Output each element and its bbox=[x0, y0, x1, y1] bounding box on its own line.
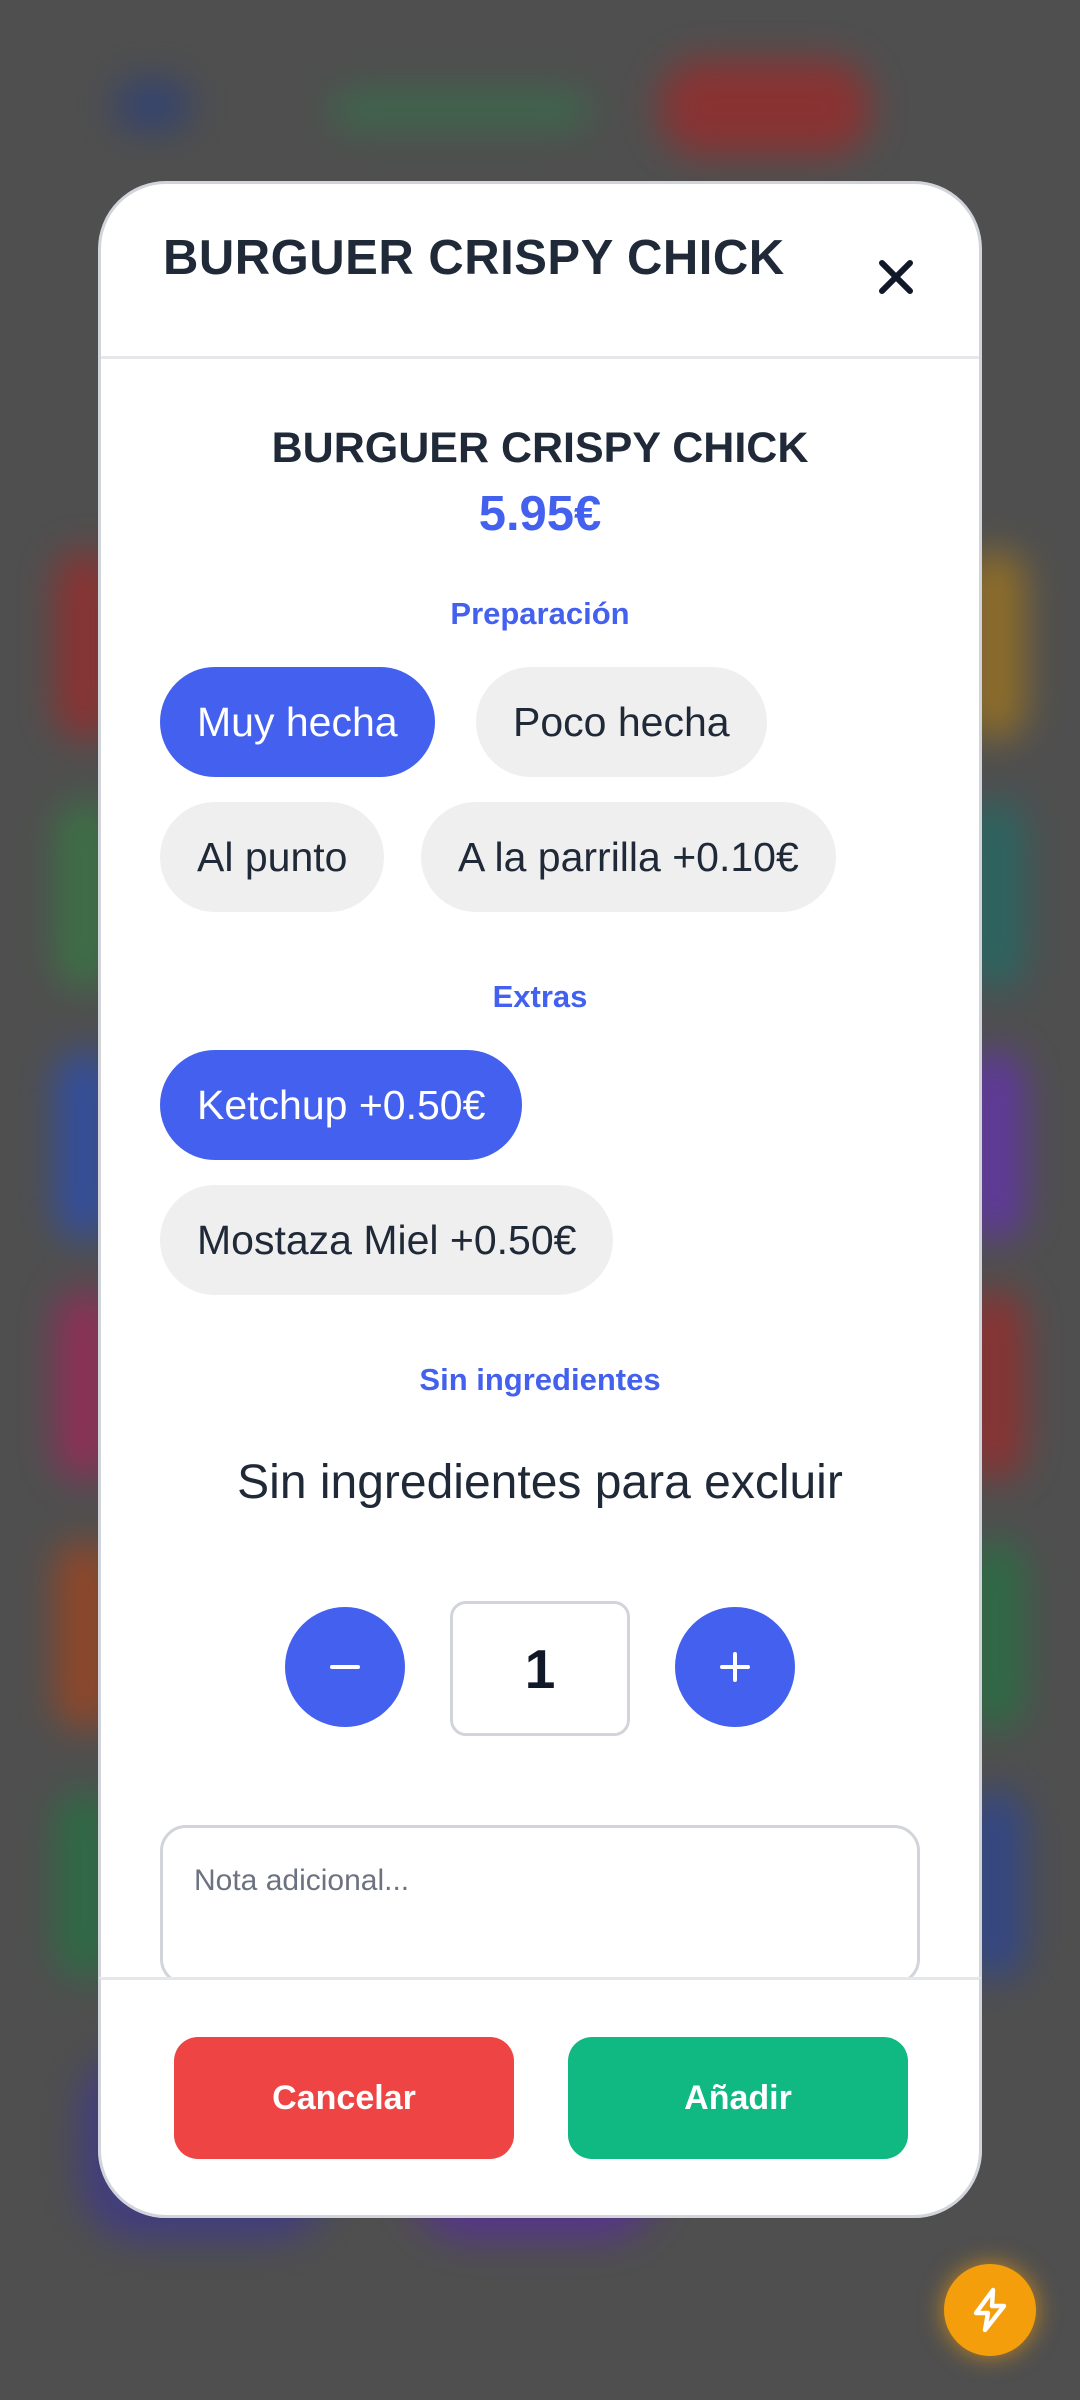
extra-ketchup[interactable]: Ketchup +0.50€ bbox=[160, 1050, 523, 1160]
modal-footer: Cancelar Añadir bbox=[98, 1977, 982, 2218]
note-field[interactable] bbox=[160, 1825, 920, 1985]
product-name: BURGUER CRISPY CHICK bbox=[271, 424, 809, 472]
quantity-value[interactable]: 1 bbox=[450, 1601, 630, 1736]
background-header-text bbox=[330, 90, 590, 130]
background-header-icon bbox=[115, 80, 190, 130]
preparation-label: Preparación bbox=[450, 596, 630, 631]
modal-header: BURGUER CRISPY CHICK bbox=[101, 184, 979, 359]
increment-button[interactable] bbox=[675, 1607, 795, 1727]
modal-title: BURGUER CRISPY CHICK bbox=[163, 231, 785, 285]
exclusions-label: Sin ingredientes bbox=[419, 1362, 661, 1397]
extra-mostaza-miel[interactable]: Mostaza Miel +0.50€ bbox=[160, 1185, 614, 1295]
exclusions-empty-text: Sin ingredientes para excluir bbox=[237, 1456, 843, 1509]
product-price: 5.95€ bbox=[478, 487, 602, 541]
option-a-la-parrilla[interactable]: A la parrilla +0.10€ bbox=[421, 802, 836, 912]
lightning-icon bbox=[973, 2287, 1007, 2333]
option-al-punto[interactable]: Al punto bbox=[160, 802, 385, 912]
extras-label: Extras bbox=[492, 979, 588, 1014]
close-button[interactable] bbox=[865, 246, 927, 308]
quick-action-button[interactable] bbox=[944, 2264, 1036, 2356]
add-button[interactable]: Añadir bbox=[568, 2037, 908, 2159]
option-poco-hecha[interactable]: Poco hecha bbox=[476, 667, 767, 777]
decrement-button[interactable] bbox=[285, 1607, 405, 1727]
minus-icon bbox=[330, 1665, 360, 1669]
cancel-button[interactable]: Cancelar bbox=[174, 2037, 514, 2159]
background-header-badge bbox=[660, 60, 870, 155]
option-muy-hecha[interactable]: Muy hecha bbox=[160, 667, 435, 777]
plus-icon bbox=[720, 1652, 750, 1682]
close-icon bbox=[879, 260, 913, 294]
